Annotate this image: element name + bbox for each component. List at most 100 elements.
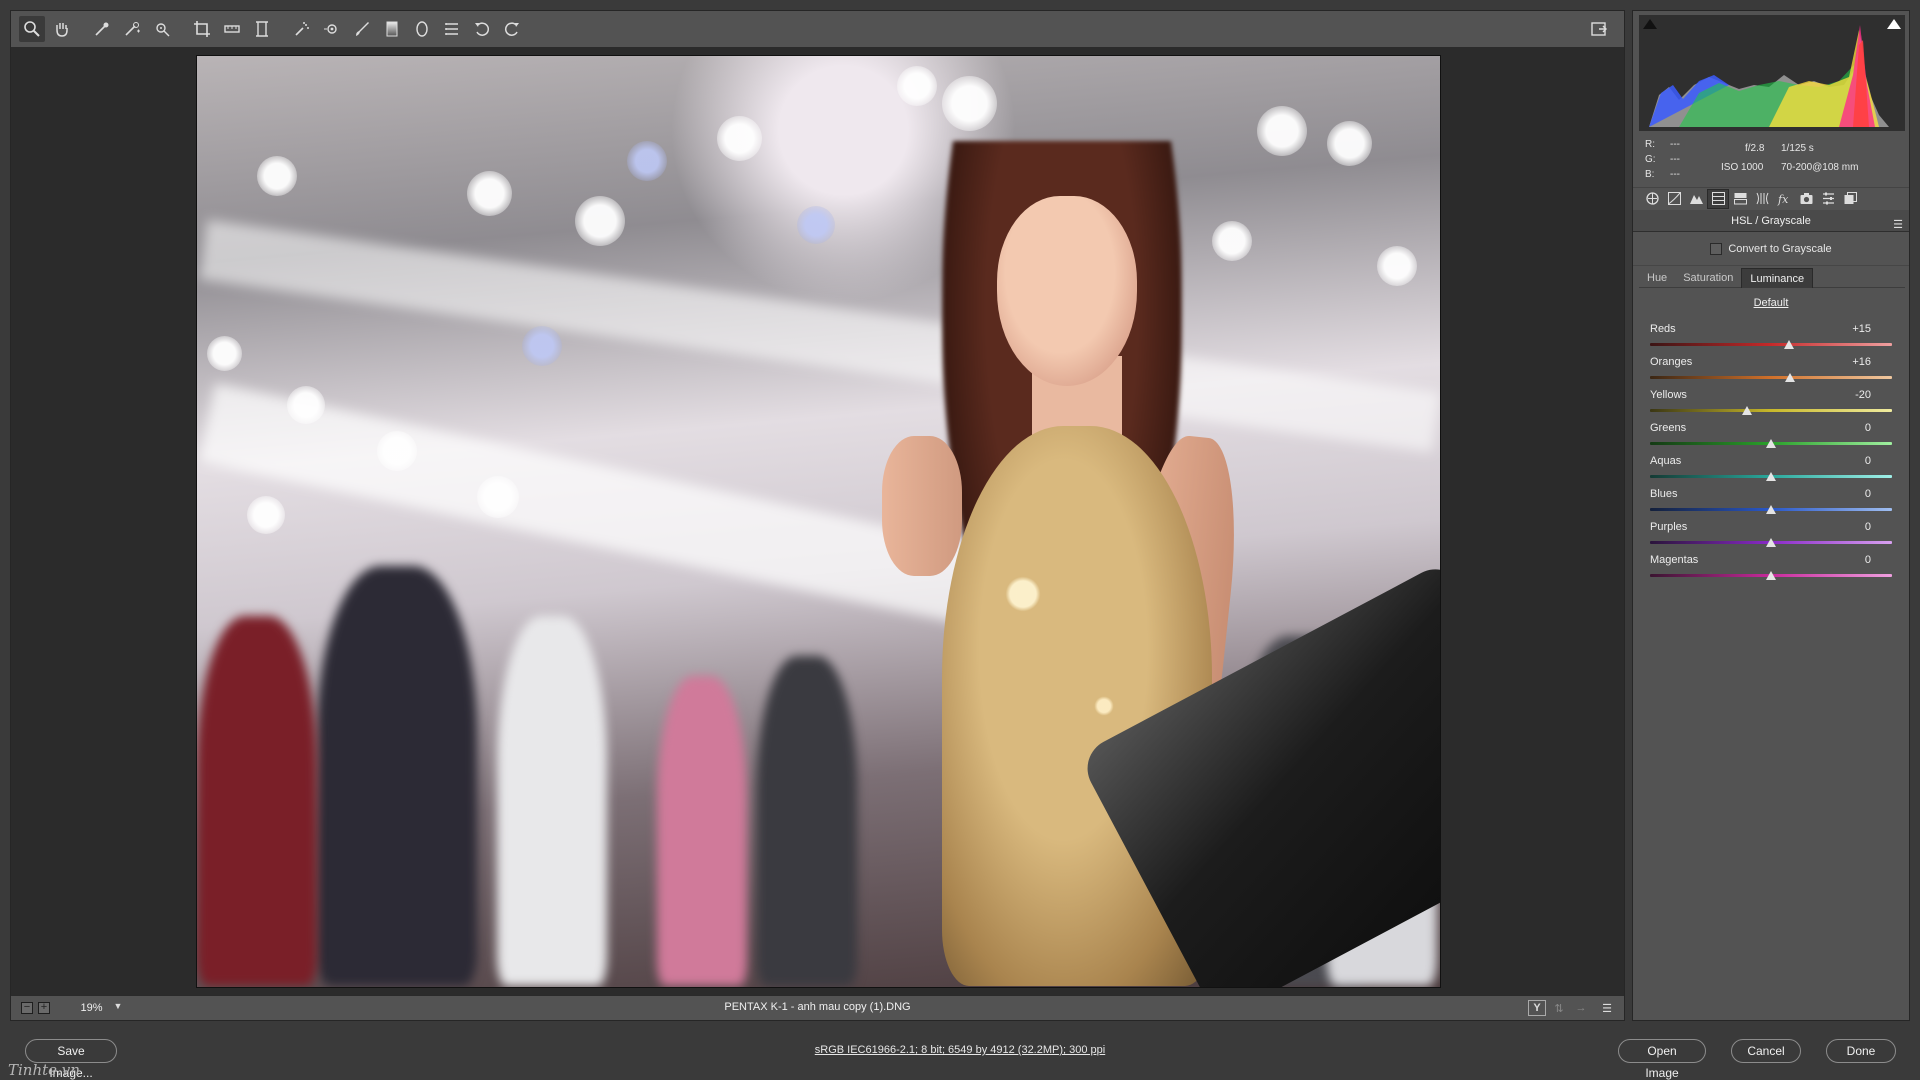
split-toning-panel-icon[interactable] — [1729, 189, 1751, 209]
red-readout: R: --- — [1645, 139, 1705, 150]
red-eye-icon[interactable] — [319, 16, 345, 42]
bokeh-light — [1377, 246, 1417, 286]
blurred-person — [497, 616, 607, 986]
slider-label: Oranges — [1650, 356, 1693, 368]
radial-filter-icon[interactable] — [409, 16, 435, 42]
slider-track[interactable] — [1650, 409, 1892, 412]
slider-thumb[interactable] — [1785, 373, 1796, 382]
snapshots-panel-icon[interactable] — [1839, 189, 1861, 209]
preview-photo[interactable] — [196, 55, 1441, 988]
detail-panel-icon[interactable] — [1685, 189, 1707, 209]
slider-greens: Greens 0 — [1633, 420, 1909, 453]
slider-value-field[interactable]: +15 — [1831, 323, 1871, 335]
red-value: --- — [1670, 139, 1680, 150]
tab-saturation[interactable]: Saturation — [1675, 268, 1741, 288]
bokeh-light — [257, 156, 297, 196]
straighten-icon[interactable] — [219, 16, 245, 42]
grayscale-checkbox[interactable] — [1710, 242, 1723, 255]
color-sampler-icon[interactable] — [119, 16, 145, 42]
highlight-clipping-warning-icon[interactable] — [1887, 19, 1901, 29]
rotate-right-icon[interactable] — [499, 16, 525, 42]
slider-thumb[interactable] — [1766, 538, 1776, 547]
slider-value-field[interactable]: 0 — [1831, 488, 1871, 500]
white-balance-icon[interactable] — [89, 16, 115, 42]
slider-reds: Reds +15 — [1633, 321, 1909, 354]
slider-label: Reds — [1650, 323, 1676, 335]
slider-label: Magentas — [1650, 554, 1699, 566]
slider-thumb[interactable] — [1741, 406, 1752, 415]
graduated-filter-icon[interactable] — [379, 16, 405, 42]
done-button[interactable]: Done — [1826, 1039, 1896, 1063]
hsl-subtabs: Hue Saturation Luminance — [1639, 268, 1905, 288]
preferences-icon[interactable] — [439, 16, 465, 42]
slider-label: Greens — [1650, 422, 1687, 434]
rotate-left-icon[interactable] — [469, 16, 495, 42]
lens-corrections-panel-icon[interactable] — [1751, 189, 1773, 209]
slider-thumb[interactable] — [1766, 439, 1776, 448]
slider-purples: Purples 0 — [1633, 519, 1909, 552]
slider-thumb[interactable] — [1766, 571, 1776, 580]
transform-icon[interactable] — [249, 16, 275, 42]
blurred-person — [317, 566, 477, 986]
watermark: Tinhte.vn — [8, 1061, 80, 1079]
basic-panel-icon[interactable] — [1641, 189, 1663, 209]
effects-panel-icon[interactable]: fx — [1773, 189, 1795, 209]
slider-value-field[interactable]: +16 — [1831, 356, 1871, 368]
slider-value-field[interactable]: 0 — [1831, 455, 1871, 467]
hand-tool-icon[interactable] — [49, 16, 75, 42]
slider-label: Blues — [1650, 488, 1678, 500]
slider-value-field[interactable]: 0 — [1831, 521, 1871, 533]
targeted-adjustment-icon[interactable] — [149, 16, 175, 42]
view-settings-icon[interactable]: ☰ — [1598, 1000, 1616, 1016]
tab-hue[interactable]: Hue — [1639, 268, 1675, 288]
slider-track[interactable] — [1650, 343, 1892, 346]
tone-curve-panel-icon[interactable] — [1663, 189, 1685, 209]
slider-thumb[interactable] — [1766, 472, 1776, 481]
hsl-panel-icon[interactable] — [1707, 188, 1729, 209]
camera-calibration-panel-icon[interactable] — [1795, 189, 1817, 209]
copy-settings-icon[interactable]: → — [1572, 1000, 1590, 1016]
slider-thumb[interactable] — [1784, 340, 1795, 349]
red-label: R: — [1645, 139, 1655, 150]
green-readout: G: --- — [1645, 154, 1705, 165]
cancel-button[interactable]: Cancel — [1731, 1039, 1801, 1063]
slider-value-field[interactable]: 0 — [1831, 554, 1871, 566]
bokeh-light — [477, 476, 519, 518]
swap-before-after-icon[interactable]: ⇅ — [1550, 1000, 1568, 1016]
svg-text:fx: fx — [1777, 193, 1789, 206]
image-canvas[interactable] — [11, 47, 1624, 997]
tool-bar — [11, 11, 1624, 47]
slider-value-field[interactable]: 0 — [1831, 422, 1871, 434]
tab-luminance[interactable]: Luminance — [1741, 268, 1814, 288]
bokeh-light — [942, 76, 997, 131]
histogram — [1639, 15, 1905, 131]
spot-removal-icon[interactable] — [289, 16, 315, 42]
adjustment-brush-icon[interactable] — [349, 16, 375, 42]
slider-oranges: Oranges +16 — [1633, 354, 1909, 387]
before-after-toggle-icon[interactable]: Y — [1528, 1000, 1546, 1016]
bokeh-light — [207, 336, 242, 371]
blurred-person — [757, 656, 857, 986]
slider-value-field[interactable]: -20 — [1831, 389, 1871, 401]
bokeh-light — [575, 196, 625, 246]
viewer-status-bar: − + 19% ▼ PENTAX K-1 - anh mau copy (1).… — [11, 995, 1624, 1020]
crop-icon[interactable] — [189, 16, 215, 42]
slider-magentas: Magentas 0 — [1633, 552, 1909, 585]
slider-label: Aquas — [1650, 455, 1682, 467]
default-link[interactable]: Default — [1633, 297, 1909, 309]
open-image-button[interactable]: Open Image — [1618, 1039, 1706, 1080]
convert-to-grayscale-option[interactable]: Convert to Grayscale — [1633, 232, 1909, 266]
slider-track[interactable] — [1650, 376, 1892, 379]
green-value: --- — [1670, 154, 1680, 165]
shadow-clipping-warning-icon[interactable] — [1643, 19, 1657, 29]
slider-thumb[interactable] — [1766, 505, 1776, 514]
image-viewer: − + 19% ▼ PENTAX K-1 - anh mau copy (1).… — [10, 10, 1625, 1021]
blurred-person — [657, 676, 747, 986]
bokeh-light — [1327, 121, 1372, 166]
presets-panel-icon[interactable] — [1817, 189, 1839, 209]
slider-label: Purples — [1650, 521, 1688, 533]
fullscreen-toggle-icon[interactable] — [1586, 16, 1612, 42]
bokeh-light — [1257, 106, 1307, 156]
camera-raw-window: − + 19% ▼ PENTAX K-1 - anh mau copy (1).… — [0, 0, 1920, 1080]
zoom-tool-icon[interactable] — [19, 16, 45, 42]
